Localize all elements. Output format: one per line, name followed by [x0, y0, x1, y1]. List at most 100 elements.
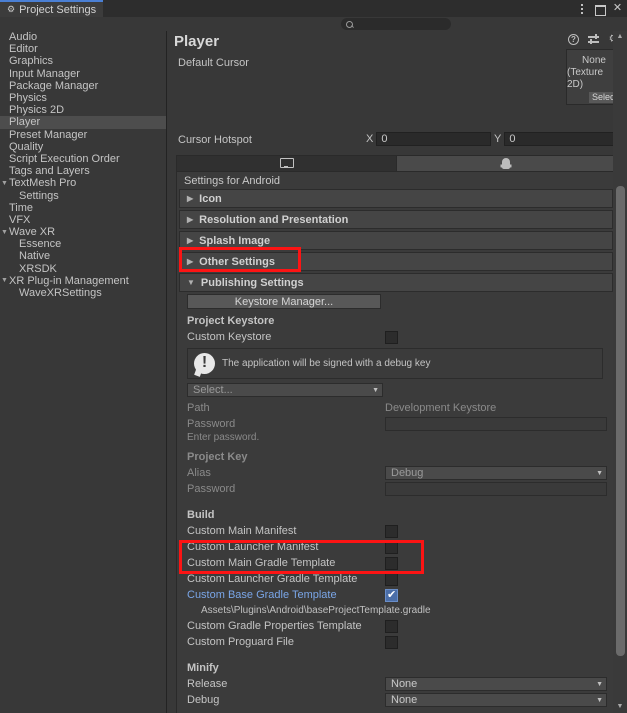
chevron-down-icon: ▼: [187, 278, 195, 287]
sidebar-item-time[interactable]: Time: [0, 202, 166, 214]
sidebar-item-wavexrsettings[interactable]: WaveXRSettings: [0, 287, 166, 299]
sidebar-item-textmesh-pro[interactable]: ▼ TextMesh Pro: [0, 177, 166, 189]
platform-tab-bar: [176, 155, 616, 172]
build-option-checkbox[interactable]: [385, 556, 398, 570]
search-icon: [346, 20, 353, 28]
foldout-icon[interactable]: ▶ Icon: [179, 189, 613, 208]
chevron-down-icon: ▼: [596, 696, 603, 704]
panel-header-icons: ? ⚙: [568, 34, 619, 45]
foldout-resolution-and-presentation[interactable]: ▶ Resolution and Presentation: [179, 210, 613, 229]
window-controls: ✕: [576, 0, 623, 17]
sidebar-item-physics[interactable]: Physics: [0, 92, 166, 104]
sidebar-item-label: WaveXRSettings: [19, 287, 102, 300]
sidebar-item-native[interactable]: Native: [0, 250, 166, 262]
build-option-checkbox[interactable]: [385, 635, 398, 649]
keystore-manager-button[interactable]: Keystore Manager...: [187, 294, 381, 309]
chevron-down-icon[interactable]: ▼: [0, 229, 9, 236]
sidebar-item-xrsdk[interactable]: XRSDK: [0, 263, 166, 275]
x-input[interactable]: 0: [376, 132, 492, 146]
build-option-checkbox[interactable]: [385, 572, 398, 586]
build-option-checkbox[interactable]: [385, 619, 398, 633]
search-row: [0, 17, 627, 31]
chevron-down-icon[interactable]: ▼: [0, 277, 9, 284]
chevron-down-icon[interactable]: ▼: [0, 180, 9, 187]
build-row: Custom Launcher Gradle Template: [179, 571, 613, 587]
path-value: Development Keystore: [385, 402, 497, 414]
sidebar-item-wave-xr[interactable]: ▼ Wave XR: [0, 226, 166, 238]
key-password-label: Password: [187, 483, 236, 495]
sidebar-item-label: Tags and Layers: [9, 165, 90, 178]
foldout-label: Publishing Settings: [200, 276, 304, 289]
x-label: X: [366, 133, 374, 145]
sidebar-item-graphics[interactable]: Graphics: [0, 55, 166, 67]
sidebar-item-settings[interactable]: Settings: [0, 189, 166, 202]
search-input[interactable]: [341, 18, 451, 30]
sidebar-item-label: Graphics: [9, 55, 54, 68]
custom-keystore-row: Custom Keystore: [179, 329, 613, 345]
scrollbar-thumb[interactable]: [616, 186, 625, 656]
foldout-splash-image[interactable]: ▶ Splash Image: [179, 231, 613, 250]
sidebar-item-label: VFX: [9, 213, 31, 226]
alias-label: Alias: [187, 467, 211, 479]
key-password-row: Password: [179, 481, 613, 497]
sidebar-item-physics-2d[interactable]: Physics 2D: [0, 104, 166, 116]
helpbox-text: The application will be signed with a de…: [222, 358, 431, 369]
debug-value: None: [391, 694, 418, 706]
preset-icon[interactable]: [588, 34, 599, 45]
build-option-checkbox[interactable]: [385, 540, 398, 554]
sidebar-item-vfx[interactable]: VFX: [0, 214, 166, 226]
debug-dropdown[interactable]: None ▼: [385, 693, 607, 707]
sidebar-item-player[interactable]: Player: [0, 116, 166, 129]
alias-row: Alias Debug ▼: [179, 465, 613, 481]
sidebar-item-package-manager[interactable]: Package Manager: [0, 80, 166, 92]
player-settings-panel: ? ⚙ Player Default Cursor None (Texture …: [168, 31, 627, 713]
vertical-scrollbar[interactable]: ▲ ▼: [613, 31, 627, 713]
texture-none-label: None: [582, 55, 606, 66]
settings-sidebar[interactable]: Audio Editor Graphics Input Manager Package …: [0, 31, 167, 713]
sidebar-item-tags-and-layers[interactable]: Tags and Layers: [0, 165, 166, 177]
scroll-down-icon[interactable]: ▼: [613, 701, 627, 713]
settings-for-label: Settings for Android: [184, 174, 281, 187]
window-menu-icon[interactable]: [576, 3, 587, 14]
foldout-other-settings[interactable]: ▶ Other Settings: [179, 252, 613, 271]
platform-tab-android[interactable]: [396, 156, 615, 171]
key-password-input[interactable]: [385, 482, 607, 496]
sidebar-item-preset-manager[interactable]: Preset Manager: [0, 129, 166, 141]
chevron-down-icon: ▼: [596, 469, 603, 477]
build-option-checkbox[interactable]: [385, 524, 398, 538]
sidebar-item-label: Physics: [9, 92, 47, 105]
chevron-right-icon: ▶: [187, 257, 194, 266]
close-icon[interactable]: ✕: [612, 3, 623, 14]
help-icon[interactable]: ?: [568, 34, 579, 45]
window-titlebar: ⚙ Project Settings ✕: [0, 0, 627, 17]
sidebar-item-input-manager[interactable]: Input Manager: [0, 68, 166, 80]
sidebar-item-essence[interactable]: Essence: [0, 238, 166, 250]
sidebar-item-label: Editor: [9, 43, 38, 56]
maximize-icon[interactable]: [594, 3, 606, 16]
build-option-checkbox[interactable]: [385, 588, 398, 602]
project-key-title: Project Key: [187, 451, 248, 463]
gear-icon: ⚙: [7, 4, 16, 14]
sidebar-item-quality[interactable]: Quality: [0, 141, 166, 153]
tab-project-settings[interactable]: ⚙ Project Settings: [0, 0, 103, 17]
sidebar-item-label: Preset Manager: [9, 128, 88, 141]
build-row: Custom Main Manifest: [179, 523, 613, 539]
platform-tab-standalone[interactable]: [177, 156, 397, 171]
sidebar-item-label: XRSDK: [19, 262, 57, 275]
sidebar-item-script-execution-order[interactable]: Script Execution Order: [0, 153, 166, 165]
y-input[interactable]: 0: [504, 132, 620, 146]
sidebar-item-label: Essence: [19, 238, 62, 251]
build-options-list: Custom Main Manifest Custom Launcher Mani…: [179, 523, 613, 650]
foldout-publishing-settings[interactable]: ▼ Publishing Settings: [179, 273, 613, 292]
sidebar-item-editor[interactable]: Editor: [0, 43, 166, 55]
chevron-right-icon: ▶: [187, 194, 194, 203]
release-dropdown[interactable]: None ▼: [385, 677, 607, 691]
sidebar-item-xr-plug-in-management[interactable]: ▼ XR Plug-in Management: [0, 275, 166, 287]
keystore-select-dropdown[interactable]: Select... ▼: [187, 383, 383, 397]
build-option-label: Custom Launcher Gradle Template: [187, 573, 358, 585]
keystore-password-input[interactable]: [385, 417, 607, 431]
alias-dropdown[interactable]: Debug ▼: [385, 466, 607, 480]
scroll-up-icon[interactable]: ▲: [613, 31, 627, 43]
sidebar-item-audio[interactable]: Audio: [0, 31, 166, 43]
custom-keystore-checkbox[interactable]: [385, 330, 398, 344]
